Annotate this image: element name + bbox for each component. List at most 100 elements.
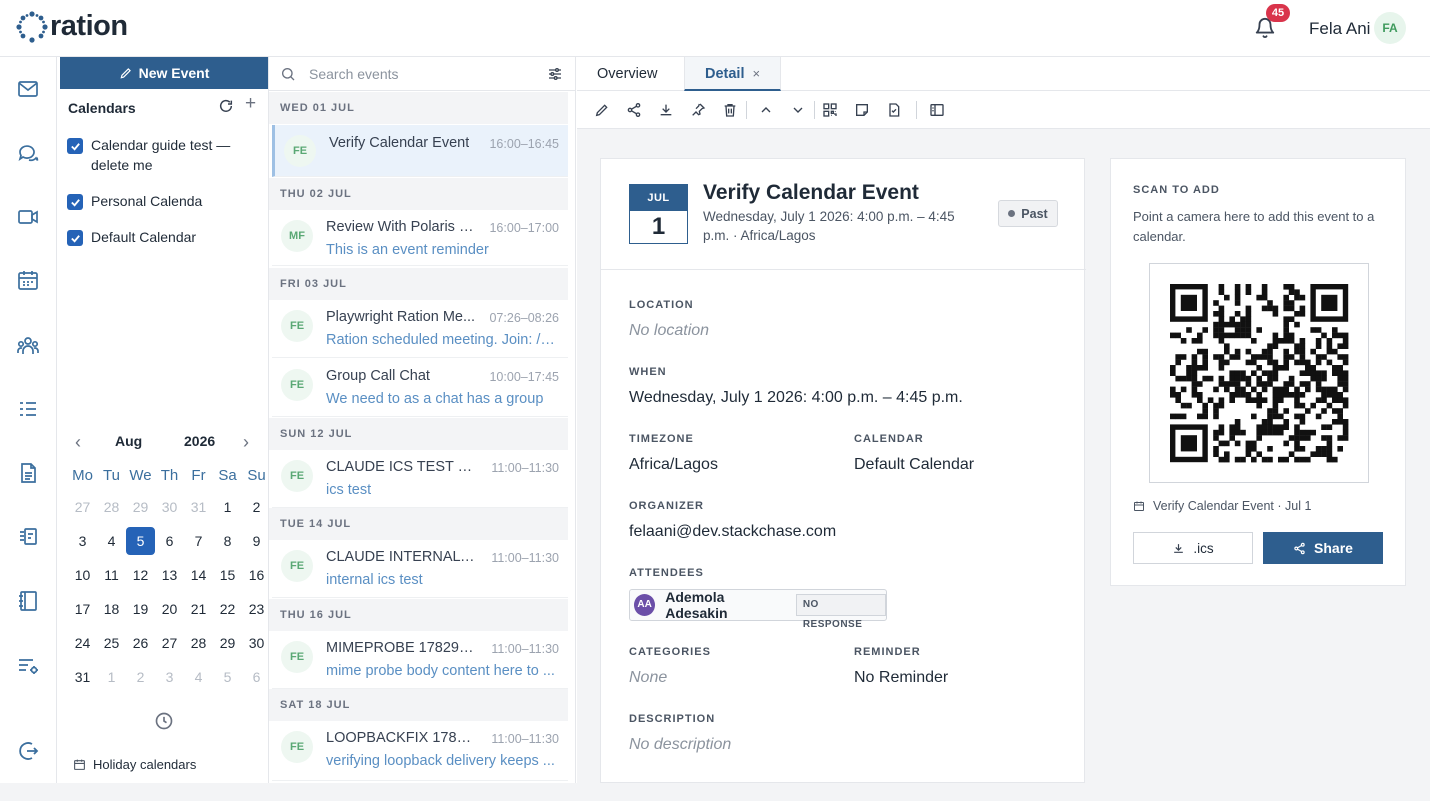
mini-cal-day[interactable]: 28 bbox=[184, 635, 213, 651]
attendee-chip[interactable]: AA Ademola Adesakin NO RESPONSE bbox=[629, 589, 887, 630]
mini-cal-day[interactable]: 9 bbox=[242, 533, 271, 549]
calendar-item[interactable]: Calendar guide test — delete me bbox=[67, 135, 257, 175]
trash-icon[interactable] bbox=[722, 102, 738, 118]
task-icon[interactable] bbox=[886, 102, 902, 118]
calendar-icon[interactable] bbox=[16, 268, 40, 292]
mini-cal-day[interactable]: 27 bbox=[68, 499, 97, 515]
note-icon[interactable] bbox=[854, 102, 870, 118]
clock-icon[interactable] bbox=[154, 711, 174, 731]
calendar-item-label: Default Calendar bbox=[91, 229, 197, 245]
download-ics-button[interactable]: .ics bbox=[1133, 532, 1253, 564]
calendar-checkbox[interactable] bbox=[67, 138, 83, 154]
mini-cal-day[interactable]: 5 bbox=[213, 669, 242, 685]
event-list-item[interactable]: FE Playwright Ration Me... 07:26–08:26 R… bbox=[272, 300, 568, 358]
mini-cal-prev-icon[interactable]: ‹ bbox=[75, 432, 81, 453]
mini-cal-day[interactable]: 19 bbox=[126, 601, 155, 617]
mini-cal-day[interactable]: 17 bbox=[68, 601, 97, 617]
mini-cal-day-selected[interactable]: 5 bbox=[126, 527, 155, 555]
mini-cal-day[interactable]: 1 bbox=[97, 669, 126, 685]
mini-cal-day[interactable]: 30 bbox=[242, 635, 271, 651]
mini-cal-day[interactable]: 4 bbox=[97, 533, 126, 549]
event-list-item[interactable]: FE LOOPBACKFIX 17829... 11:00–11:30 veri… bbox=[272, 721, 568, 781]
share-icon[interactable] bbox=[626, 102, 642, 118]
mini-cal-day[interactable]: 13 bbox=[155, 567, 184, 583]
notes-icon[interactable] bbox=[16, 461, 40, 485]
mini-cal-day[interactable]: 4 bbox=[184, 669, 213, 685]
chevron-down-icon[interactable] bbox=[790, 102, 806, 118]
tasks-icon[interactable] bbox=[16, 397, 40, 421]
add-calendar-icon[interactable]: + bbox=[245, 94, 256, 113]
mini-cal-day[interactable]: 1 bbox=[213, 499, 242, 515]
mini-cal-day[interactable]: 31 bbox=[184, 499, 213, 515]
mini-cal-day[interactable]: 7 bbox=[184, 533, 213, 549]
mini-cal-day[interactable]: 8 bbox=[213, 533, 242, 549]
close-tab-icon[interactable]: × bbox=[753, 66, 761, 81]
mini-cal-day[interactable]: 15 bbox=[213, 567, 242, 583]
mini-cal-day[interactable]: 25 bbox=[97, 635, 126, 651]
tab-overview[interactable]: Overview bbox=[577, 57, 677, 91]
mini-cal-day[interactable]: 27 bbox=[155, 635, 184, 651]
event-list-item[interactable]: FE CLAUDE ICS TEST 17... 11:00–11:30 ics… bbox=[272, 450, 568, 508]
settings-list-icon[interactable] bbox=[16, 654, 40, 678]
kanban-icon[interactable] bbox=[16, 524, 40, 548]
organizer-value[interactable]: felaani@dev.stackchase.com bbox=[629, 523, 836, 541]
event-list-item[interactable]: FE CLAUDE INTERNAL 1... 11:00–11:30 inte… bbox=[272, 540, 568, 598]
mini-cal-day[interactable]: 11 bbox=[97, 567, 126, 583]
search-input[interactable] bbox=[309, 64, 539, 84]
mini-cal-day[interactable]: 6 bbox=[155, 533, 184, 549]
mini-cal-day[interactable]: 6 bbox=[242, 669, 271, 685]
holiday-calendars-link[interactable]: Holiday calendars bbox=[73, 757, 196, 772]
chevron-up-icon[interactable] bbox=[758, 102, 774, 118]
user-name[interactable]: Fela Ani bbox=[1309, 19, 1370, 39]
mini-cal-day[interactable]: 21 bbox=[184, 601, 213, 617]
mini-cal-day[interactable]: 10 bbox=[68, 567, 97, 583]
mini-cal-day[interactable]: 2 bbox=[126, 669, 155, 685]
mini-cal-day[interactable]: 18 bbox=[97, 601, 126, 617]
qr-icon[interactable] bbox=[822, 102, 838, 118]
chat-icon[interactable] bbox=[16, 141, 40, 165]
filter-sliders-icon[interactable] bbox=[547, 66, 563, 82]
mini-cal-day[interactable]: 2 bbox=[242, 499, 271, 515]
logout-icon[interactable] bbox=[16, 739, 40, 763]
mini-cal-day[interactable]: 12 bbox=[126, 567, 155, 583]
panel-icon[interactable] bbox=[929, 102, 945, 118]
mini-cal-day[interactable]: 16 bbox=[242, 567, 271, 583]
video-icon[interactable] bbox=[16, 205, 40, 229]
mini-cal-year[interactable]: 2026 bbox=[184, 433, 215, 449]
calendar-checkbox[interactable] bbox=[67, 230, 83, 246]
mini-cal-day[interactable]: 26 bbox=[126, 635, 155, 651]
calendar-item[interactable]: Personal Calenda bbox=[67, 191, 257, 211]
mini-cal-day[interactable]: 14 bbox=[184, 567, 213, 583]
new-event-button[interactable]: New Event bbox=[60, 57, 268, 89]
refresh-icon[interactable] bbox=[218, 98, 234, 114]
mini-cal-next-icon[interactable]: › bbox=[243, 432, 249, 453]
mail-icon[interactable] bbox=[16, 77, 40, 101]
edit-icon[interactable] bbox=[594, 102, 610, 118]
event-list-item[interactable]: MF Review With Polaris GS 16:00–17:00 Th… bbox=[272, 210, 568, 266]
contacts-icon[interactable] bbox=[16, 334, 40, 358]
download-icon[interactable] bbox=[658, 102, 674, 118]
mini-cal-day[interactable]: 3 bbox=[68, 533, 97, 549]
app-logo[interactable]: ration bbox=[16, 10, 128, 43]
mini-cal-month[interactable]: Aug bbox=[115, 433, 142, 449]
mini-cal-day[interactable]: 29 bbox=[126, 499, 155, 515]
event-list-item[interactable]: FE Group Call Chat 10:00–17:45 We need t… bbox=[272, 359, 568, 417]
mini-cal-day[interactable]: 23 bbox=[242, 601, 271, 617]
share-button[interactable]: Share bbox=[1263, 532, 1383, 564]
mini-cal-day[interactable]: 22 bbox=[213, 601, 242, 617]
mini-cal-day[interactable]: 29 bbox=[213, 635, 242, 651]
user-avatar[interactable]: FA bbox=[1374, 12, 1406, 44]
mini-cal-day[interactable]: 24 bbox=[68, 635, 97, 651]
mini-cal-day[interactable]: 3 bbox=[155, 669, 184, 685]
event-list-item[interactable]: FE MIMEPROBE 1782917... 11:00–11:30 mime… bbox=[272, 631, 568, 689]
event-list-item[interactable]: FE Verify Calendar Event 16:00–16:45 bbox=[272, 125, 568, 177]
mini-cal-day[interactable]: 20 bbox=[155, 601, 184, 617]
mini-cal-day[interactable]: 28 bbox=[97, 499, 126, 515]
calendar-item[interactable]: Default Calendar bbox=[67, 227, 257, 247]
tab-detail[interactable]: Detail × bbox=[684, 57, 782, 91]
pin-icon[interactable] bbox=[690, 102, 706, 118]
mini-cal-day[interactable]: 31 bbox=[68, 669, 97, 685]
book-icon[interactable] bbox=[16, 589, 40, 613]
calendar-checkbox[interactable] bbox=[67, 194, 83, 210]
mini-cal-day[interactable]: 30 bbox=[155, 499, 184, 515]
